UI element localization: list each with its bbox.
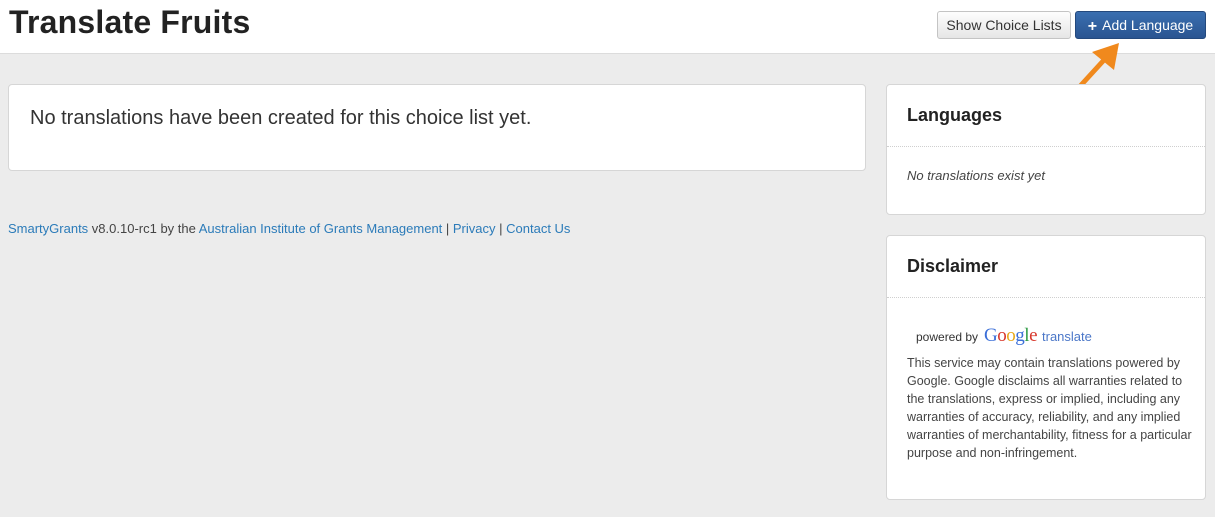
add-language-label: Add Language (1102, 17, 1194, 33)
add-language-button[interactable]: + Add Language (1075, 11, 1206, 39)
google-logo: Google (984, 325, 1037, 346)
disclaimer-header: Disclaimer (887, 236, 1205, 298)
footer-separator: | (495, 221, 507, 236)
show-choice-lists-button[interactable]: Show Choice Lists (937, 11, 1071, 39)
contact-us-link[interactable]: Contact Us (506, 221, 570, 236)
footer: SmartyGrants v8.0.10-rc1 by the Australi… (8, 221, 570, 236)
plus-icon: + (1087, 18, 1098, 35)
aigm-link[interactable]: Australian Institute of Grants Managemen… (199, 221, 443, 236)
languages-header: Languages (887, 85, 1205, 147)
footer-separator: | (442, 221, 453, 236)
languages-title: Languages (907, 105, 1003, 125)
disclaimer-panel: Disclaimer powered by Google translate T… (886, 235, 1206, 500)
version-text: v8.0.10-rc1 by the (88, 221, 199, 236)
top-bar: Translate Fruits Show Choice Lists + Add … (0, 0, 1215, 54)
smartygrants-link[interactable]: SmartyGrants (8, 221, 88, 236)
disclaimer-text: This service may contain translations po… (907, 356, 1192, 460)
no-languages-text: No translations exist yet (907, 168, 1046, 183)
translate-text: translate (1042, 329, 1092, 344)
translations-panel: No translations have been created for th… (8, 84, 866, 171)
privacy-link[interactable]: Privacy (453, 221, 496, 236)
languages-panel: Languages No translations exist yet (886, 84, 1206, 215)
disclaimer-title: Disclaimer (907, 256, 999, 276)
powered-by-text: powered by (916, 330, 979, 344)
google-translate-attribution: powered by Google translate (916, 325, 1092, 347)
no-translations-message: No translations have been created for th… (30, 107, 532, 129)
page-title: Translate Fruits (9, 4, 251, 40)
